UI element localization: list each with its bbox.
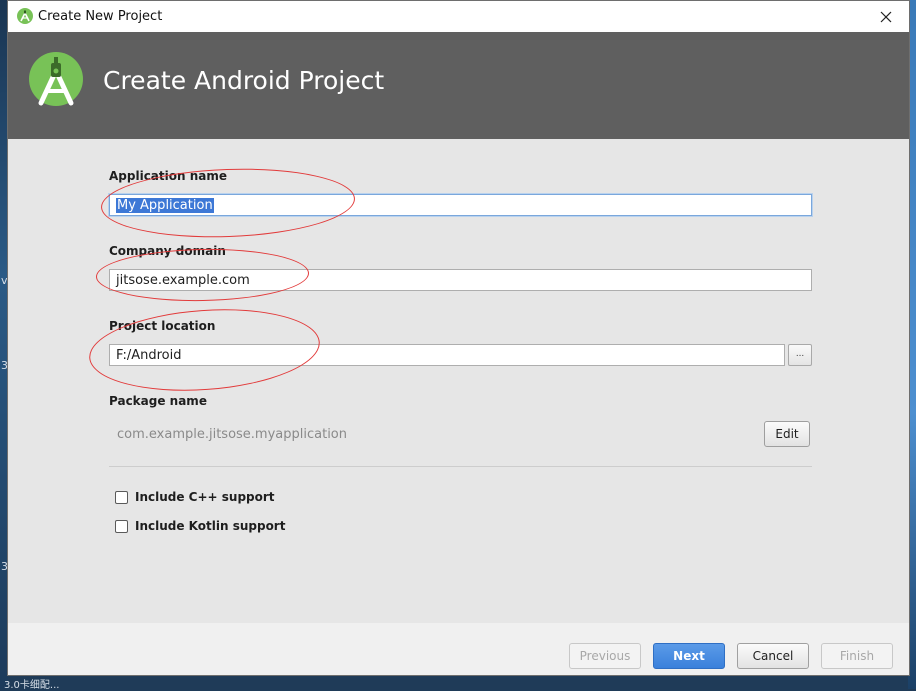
edit-package-button[interactable]: Edit [764, 421, 810, 447]
project-location-label: Project location [109, 319, 216, 333]
cancel-button[interactable]: Cancel [737, 643, 809, 669]
include-kotlin-checkbox-row[interactable]: Include Kotlin support [115, 519, 285, 533]
package-name-value: com.example.jitsose.myapplication [117, 427, 348, 442]
include-kotlin-checkbox[interactable] [115, 519, 128, 533]
close-button[interactable] [863, 1, 909, 32]
form-divider [109, 466, 812, 467]
company-domain-label: Company domain [109, 244, 226, 258]
include-kotlin-label: Include Kotlin support [135, 519, 286, 533]
finish-button[interactable]: Finish [821, 643, 893, 669]
next-button-label: Next [673, 649, 705, 663]
cancel-button-label: Cancel [752, 649, 794, 663]
android-studio-app-icon [17, 8, 33, 24]
include-cpp-checkbox-row[interactable]: Include C++ support [115, 490, 275, 504]
android-studio-logo-icon [29, 52, 83, 106]
browse-location-button[interactable]: ... [788, 344, 812, 366]
previous-button[interactable]: Previous [569, 643, 641, 669]
next-button[interactable]: Next [653, 643, 725, 669]
dialog-footer: Previous Next Cancel Finish [8, 623, 909, 675]
window-titlebar[interactable]: Create New Project [8, 1, 909, 32]
create-project-dialog: Create New Project Create Android Projec… [7, 0, 910, 676]
project-location-value: F:/Android [116, 348, 182, 363]
include-cpp-checkbox[interactable] [115, 490, 128, 504]
application-name-value: My Application [116, 198, 214, 213]
company-domain-input[interactable]: jitsose.example.com [109, 269, 812, 291]
company-domain-value: jitsose.example.com [116, 273, 250, 288]
package-name-label: Package name [109, 394, 207, 408]
window-title: Create New Project [38, 9, 163, 24]
application-name-input[interactable]: My Application [109, 194, 812, 216]
close-icon [880, 11, 892, 22]
application-name-label: Application name [109, 169, 228, 183]
page-title: Create Android Project [103, 66, 385, 95]
header-banner: Create Android Project [8, 32, 909, 139]
project-form: Application name My Application Company … [8, 139, 909, 623]
project-location-input[interactable]: F:/Android [109, 344, 785, 366]
include-cpp-label: Include C++ support [135, 490, 275, 504]
